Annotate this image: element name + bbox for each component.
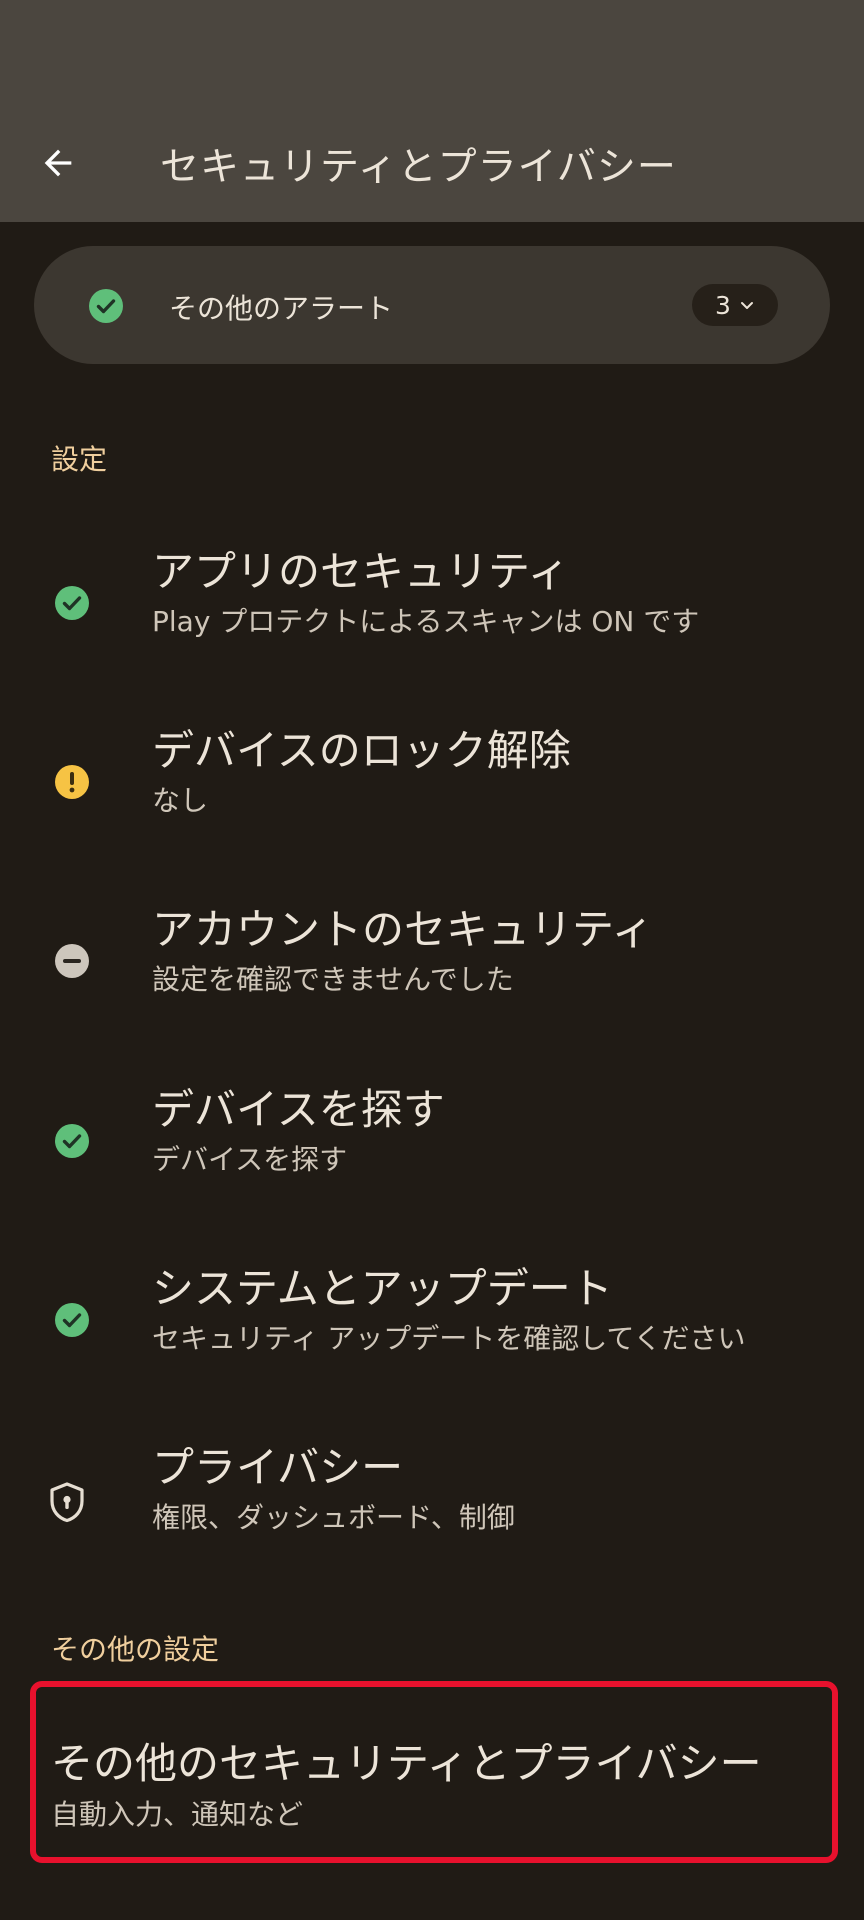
list-item-title: アプリのセキュリティ	[152, 547, 570, 596]
top-app-bar: セキュリティとプライバシー	[0, 0, 864, 222]
list-item-title: デバイスを探す	[152, 1085, 445, 1134]
list-item-system-updates[interactable]: システムとアップデート セキュリティ アップデートを確認してください	[0, 1247, 864, 1417]
list-item-account-security[interactable]: アカウントのセキュリティ 設定を確認できませんでした	[0, 888, 864, 1058]
list-item-title: システムとアップデート	[152, 1264, 613, 1313]
list-item-subtitle: 権限、ダッシュボード、制御	[152, 1501, 515, 1534]
more-security-privacy-subtitle: 自動入力、通知など	[51, 1798, 304, 1831]
alert-count-toggle[interactable]: 3	[692, 284, 778, 326]
back-button[interactable]	[30, 135, 86, 191]
list-item-subtitle: デバイスを探す	[152, 1143, 348, 1176]
list-item-device-unlock[interactable]: デバイスのロック解除 なし	[0, 709, 864, 879]
arrow-back-icon	[38, 143, 78, 183]
settings-section-header: 設定	[51, 443, 108, 476]
list-item-title: アカウントのセキュリティ	[152, 905, 654, 954]
check-circle-icon	[54, 1123, 90, 1159]
alert-count-value: 3	[715, 290, 731, 320]
other-settings-section-header: その他の設定	[51, 1633, 220, 1666]
check-circle-icon	[88, 288, 124, 324]
other-alerts-card[interactable]: その他のアラート 3	[34, 246, 830, 364]
list-item-title: プライバシー	[152, 1443, 404, 1492]
list-item-subtitle: Play プロテクトによるスキャンは ON です	[152, 605, 700, 638]
check-circle-icon	[54, 585, 90, 621]
list-item-title: デバイスのロック解除	[152, 726, 571, 775]
chevron-down-icon	[739, 297, 755, 313]
warning-circle-icon	[54, 764, 90, 800]
shield-icon	[48, 1481, 86, 1523]
list-item-subtitle: なし	[152, 784, 209, 817]
list-item-privacy[interactable]: プライバシー 権限、ダッシュボード、制御	[0, 1426, 864, 1596]
check-circle-icon	[54, 1302, 90, 1338]
page-title: セキュリティとプライバシー	[160, 145, 677, 190]
other-alerts-label: その他のアラート	[169, 292, 394, 325]
list-item-app-security[interactable]: アプリのセキュリティ Play プロテクトによるスキャンは ON です	[0, 530, 864, 700]
list-item-subtitle: セキュリティ アップデートを確認してください	[152, 1322, 746, 1355]
minus-circle-icon	[54, 943, 90, 979]
more-security-privacy-title: その他のセキュリティとプライバシー	[51, 1739, 762, 1788]
list-item-subtitle: 設定を確認できませんでした	[152, 963, 514, 996]
list-item-find-device[interactable]: デバイスを探す デバイスを探す	[0, 1068, 864, 1238]
